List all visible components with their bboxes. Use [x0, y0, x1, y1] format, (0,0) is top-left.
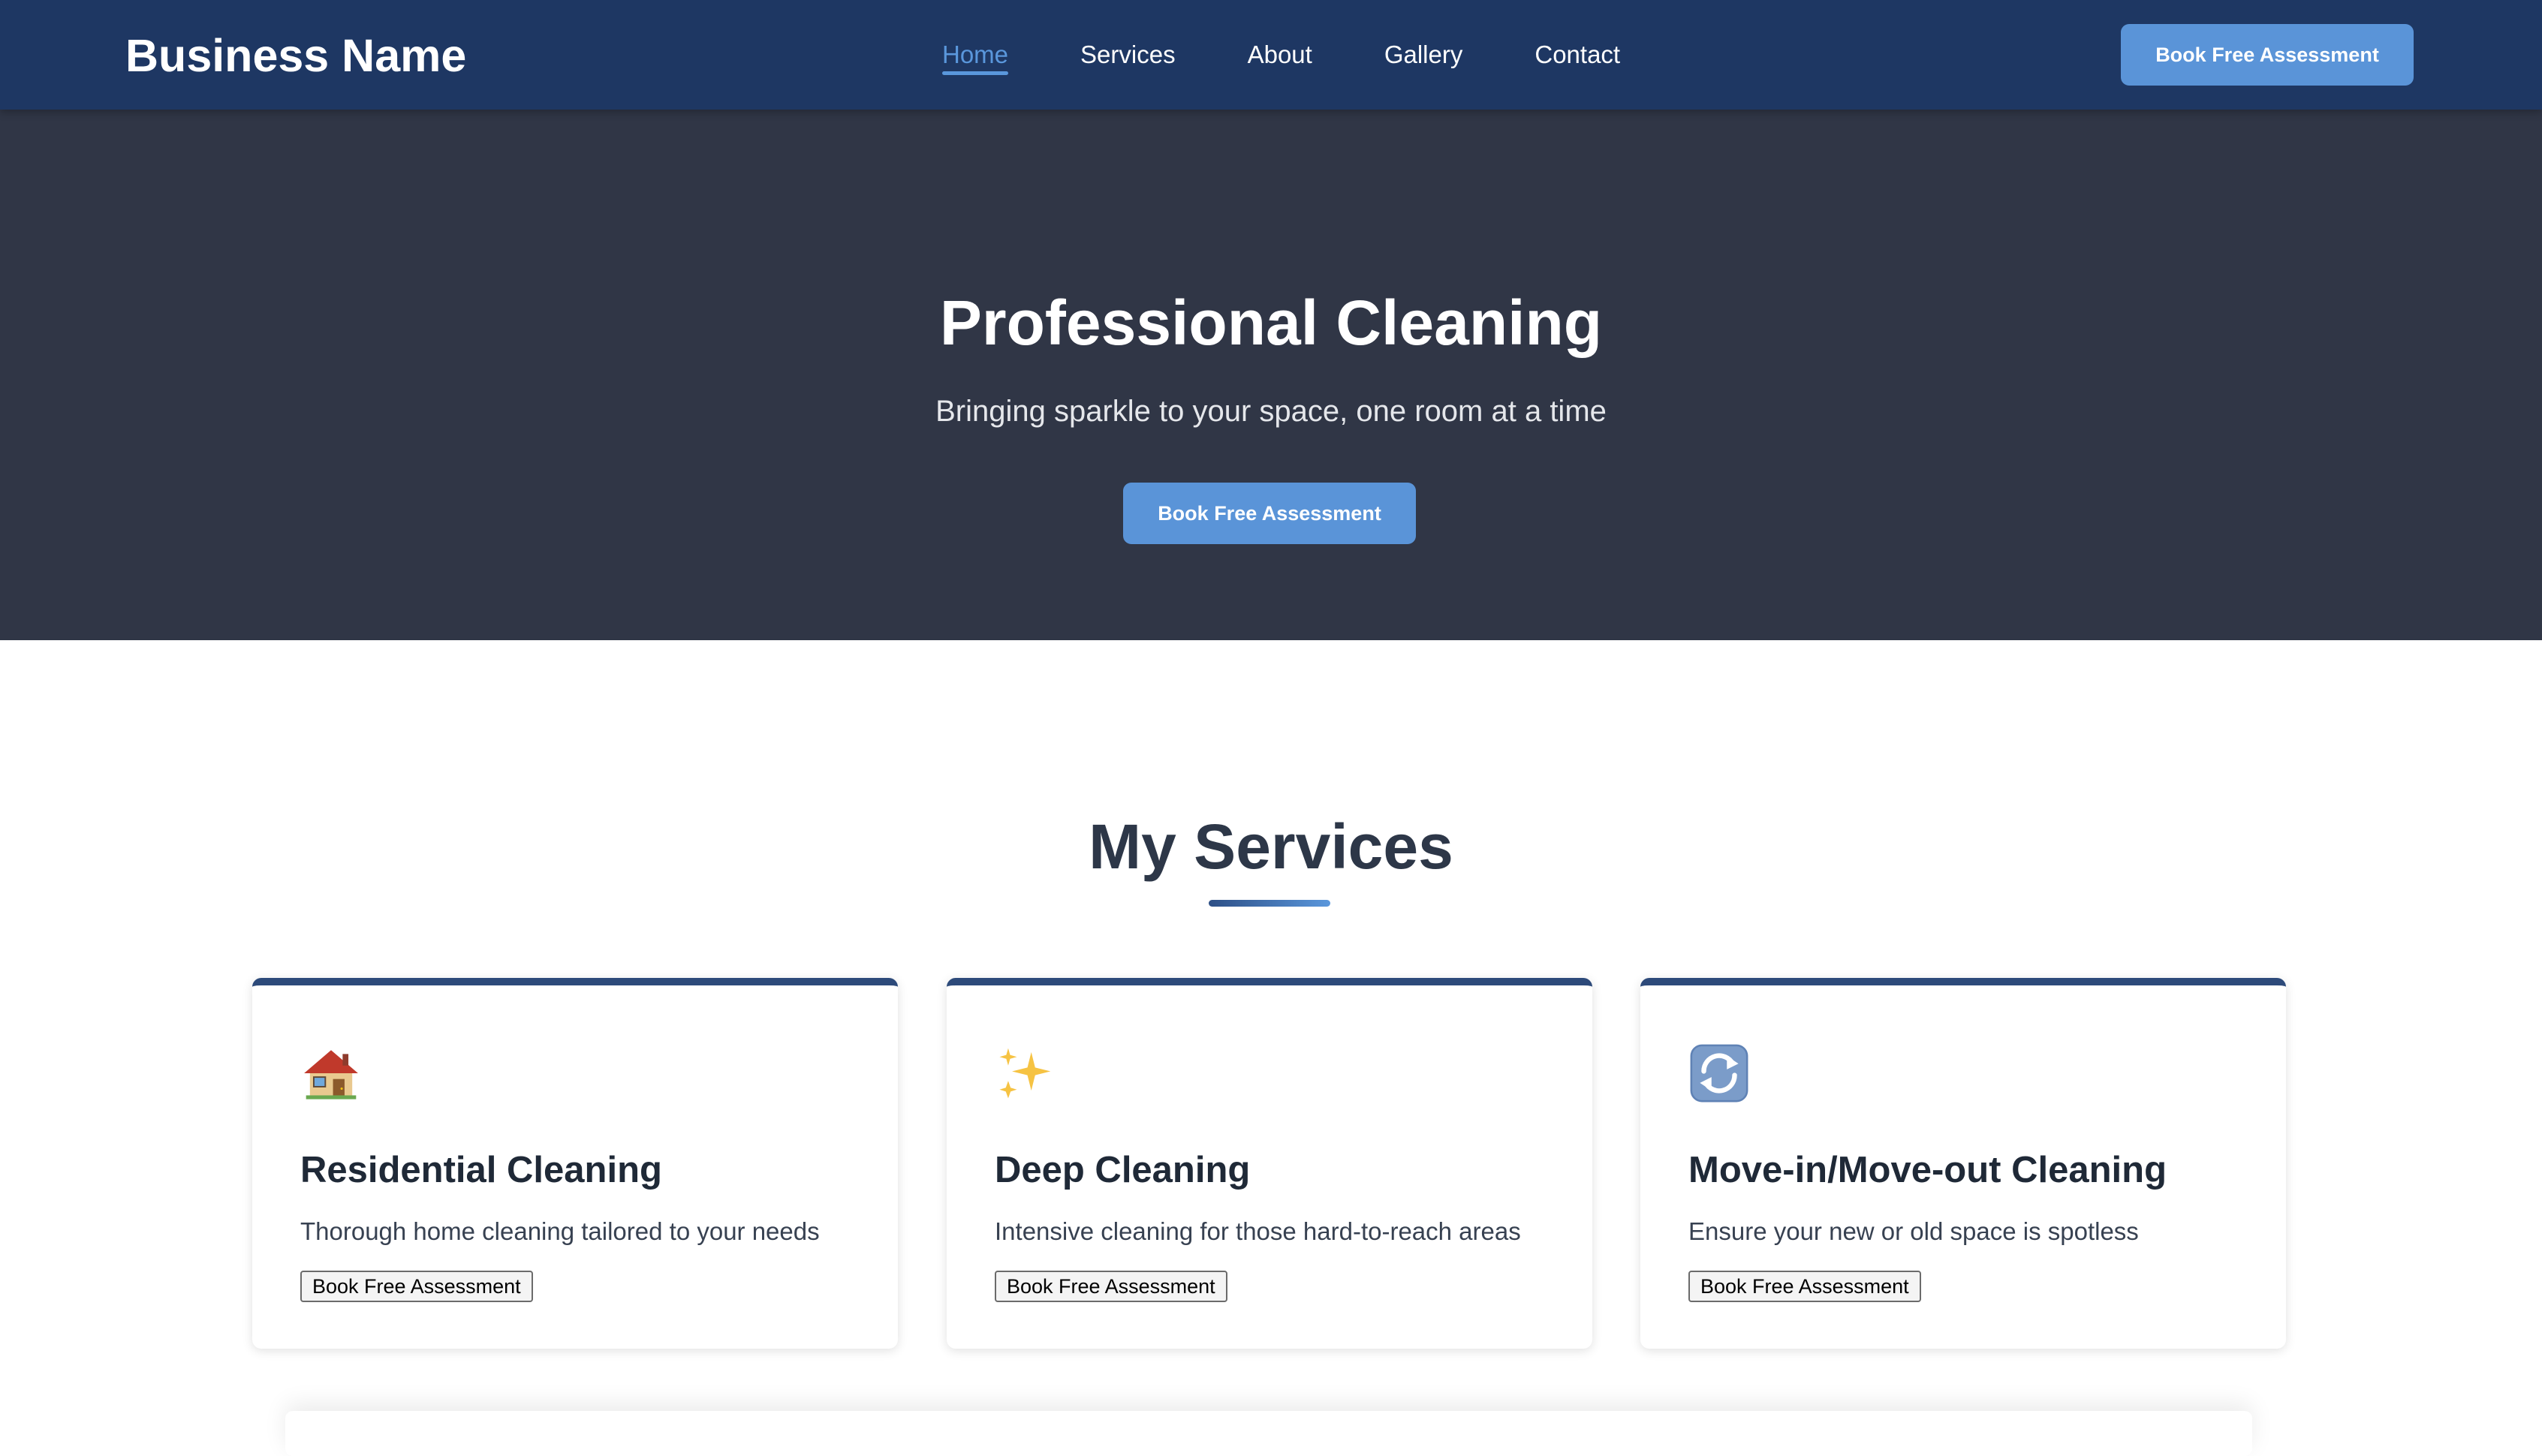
- next-section-edge: [285, 1411, 2252, 1456]
- card-description: Ensure your new or old space is spotless: [1688, 1217, 2139, 1245]
- service-card-residential: Residential Cleaning Thorough home clean…: [252, 978, 898, 1349]
- card-description: Intensive cleaning for those hard-to-rea…: [995, 1217, 1521, 1245]
- card-book-assessment-button[interactable]: Book Free Assessment: [300, 1271, 533, 1302]
- card-description: Thorough home cleaning tailored to your …: [300, 1217, 820, 1245]
- card-title: Deep Cleaning: [995, 1150, 1251, 1190]
- nav-link-services[interactable]: Services: [1080, 38, 1176, 72]
- nav-link-about[interactable]: About: [1248, 38, 1312, 72]
- card-book-assessment-button[interactable]: Book Free Assessment: [995, 1271, 1227, 1302]
- nav-book-assessment-button[interactable]: Book Free Assessment: [2121, 24, 2414, 86]
- service-card-move-in-out: Move-in/Move-out Cleaning Ensure your ne…: [1640, 978, 2286, 1349]
- hero-title: Professional Cleaning: [939, 287, 1603, 358]
- house-icon: [300, 1042, 362, 1104]
- nav-links: Home Services About Gallery Contact: [942, 38, 1620, 75]
- services-title-underline: [1209, 900, 1330, 907]
- hero-subtitle: Bringing sparkle to your space, one room…: [935, 395, 1607, 428]
- hero-book-assessment-button[interactable]: Book Free Assessment: [1123, 483, 1416, 544]
- refresh-icon: [1688, 1042, 1750, 1104]
- hero-section: Professional Cleaning Bringing sparkle t…: [0, 110, 2542, 640]
- sparkles-icon: [995, 1042, 1056, 1104]
- nav-link-contact[interactable]: Contact: [1535, 38, 1620, 72]
- services-title: My Services: [1089, 811, 1453, 882]
- service-card-deep-cleaning: Deep Cleaning Intensive cleaning for tho…: [947, 978, 1592, 1349]
- card-book-assessment-button[interactable]: Book Free Assessment: [1688, 1271, 1921, 1302]
- brand-name[interactable]: Business Name: [125, 29, 466, 83]
- card-title: Residential Cleaning: [300, 1150, 662, 1190]
- card-title: Move-in/Move-out Cleaning: [1688, 1150, 2167, 1190]
- nav-link-home[interactable]: Home: [942, 38, 1009, 75]
- navbar: Business Name Home Services About Galler…: [0, 0, 2542, 110]
- nav-link-gallery[interactable]: Gallery: [1384, 38, 1463, 72]
